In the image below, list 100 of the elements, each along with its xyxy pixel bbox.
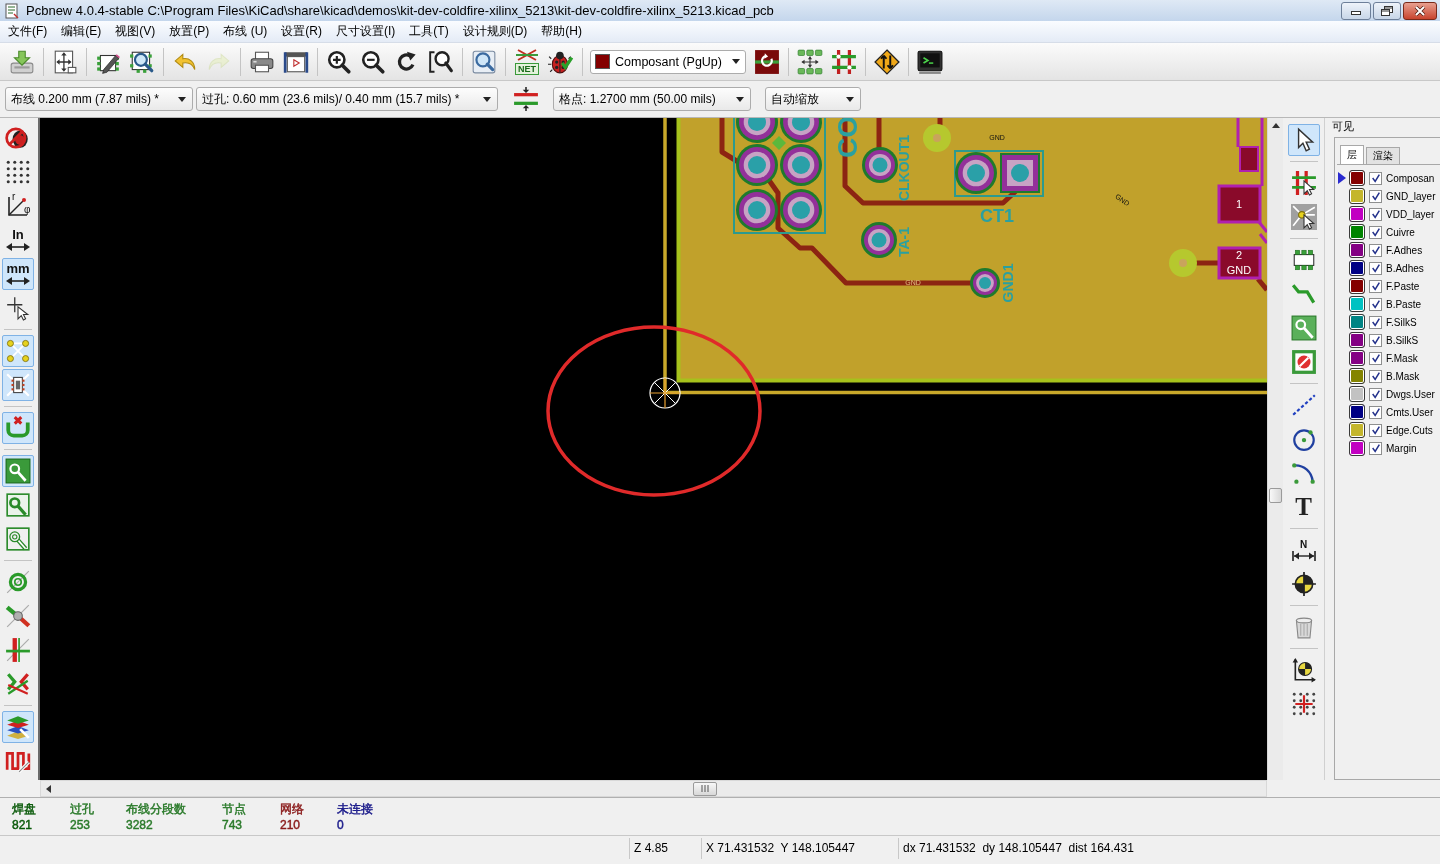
close-button[interactable]: [1403, 2, 1437, 20]
layer-color-swatch-icon[interactable]: [1349, 188, 1365, 204]
layer-color-swatch-icon[interactable]: [1349, 206, 1365, 222]
layer-visibility-checkbox[interactable]: [1369, 171, 1382, 185]
scrollbar-thumb[interactable]: [1269, 488, 1282, 503]
layer-color-swatch-icon[interactable]: [1349, 422, 1365, 438]
layer-visibility-checkbox[interactable]: [1369, 261, 1382, 275]
grid-size-dropdown[interactable]: 格点: 1.2700 mm (50.00 mils): [553, 87, 751, 111]
layer-name[interactable]: F.Adhes: [1386, 244, 1423, 256]
menu-item[interactable]: 尺寸设置(I): [329, 23, 403, 40]
window-title: Pcbnew 4.0.4-stable C:\Program Files\KiCad\share\kicad\demos\kit-dev-coldfire-xilinx_5213\kit-dev-coldfire-xilinx_5213.kicad_pcb: [26, 3, 775, 18]
layer-name[interactable]: Dwgs.User: [1386, 388, 1435, 400]
layer-color-swatch-icon[interactable]: [1349, 242, 1365, 258]
menu-item[interactable]: 设置(R): [274, 23, 329, 40]
caret-icon: [483, 96, 491, 102]
track-width-dropdown[interactable]: 布线 0.200 mm (7.87 mils) *: [5, 87, 193, 111]
layers-manager-button[interactable]: [2, 711, 34, 743]
layer-name[interactable]: Margin: [1386, 442, 1417, 454]
stat-label: 未连接: [337, 800, 373, 817]
scrollbar-thumb[interactable]: [693, 781, 717, 796]
layer-name[interactable]: F.Paste: [1386, 280, 1420, 292]
menu-item[interactable]: 帮助(H): [534, 23, 589, 40]
menu-item[interactable]: 放置(P): [162, 23, 217, 40]
layer-visibility-checkbox[interactable]: [1369, 405, 1382, 419]
double-arrow-icon: [6, 276, 30, 286]
layer-color-swatch-icon[interactable]: [1349, 332, 1365, 348]
layer-color-swatch-icon[interactable]: [1349, 440, 1365, 456]
layer-name[interactable]: VDD_layer: [1386, 208, 1435, 220]
vertical-scrollbar[interactable]: [1267, 118, 1283, 780]
menu-item[interactable]: 视图(V): [108, 23, 163, 40]
restore-button[interactable]: [1373, 2, 1401, 20]
layer-name[interactable]: B.Mask: [1386, 370, 1420, 382]
pad-number: 1: [1235, 198, 1243, 210]
menu-item[interactable]: 编辑(E): [54, 23, 109, 40]
layer-color-swatch-icon[interactable]: [1349, 314, 1365, 330]
add-text-button[interactable]: T: [1287, 491, 1320, 523]
layer-visibility-checkbox[interactable]: [1369, 333, 1382, 347]
inch-units-button[interactable]: In: [2, 224, 34, 256]
add-dimension-button[interactable]: N: [1287, 534, 1320, 566]
minimize-button[interactable]: [1341, 2, 1371, 20]
layer-color-swatch-icon[interactable]: [1349, 296, 1365, 312]
zoom-dropdown[interactable]: 自动缩放: [765, 87, 861, 111]
polar-coordinates-button[interactable]: r φ: [2, 190, 34, 222]
layer-color-swatch-icon[interactable]: [1349, 224, 1365, 240]
layer-pair-icon: [754, 48, 780, 75]
layer-name[interactable]: Cmts.User: [1386, 406, 1434, 418]
layer-dropdown[interactable]: Composant (PgUp): [590, 49, 746, 74]
layer-color-swatch-icon[interactable]: [1349, 386, 1365, 402]
mm-units-button[interactable]: mm: [2, 258, 34, 290]
layer-visibility-checkbox[interactable]: [1369, 243, 1382, 257]
zone-sketch-icon: [5, 526, 31, 552]
layer-visibility-checkbox[interactable]: [1369, 441, 1382, 455]
layer-visibility-checkbox[interactable]: [1369, 189, 1382, 203]
menu-item[interactable]: 工具(T): [402, 23, 456, 40]
layer-name[interactable]: Composan: [1386, 172, 1435, 184]
layer-visibility-checkbox[interactable]: [1369, 369, 1382, 383]
select-button[interactable]: [1287, 124, 1320, 156]
trace: [1258, 233, 1267, 244]
net-pointer-icon: [1290, 170, 1317, 196]
layer-visibility-checkbox[interactable]: [1369, 297, 1382, 311]
layer-visibility-checkbox[interactable]: [1369, 423, 1382, 437]
circle-icon: [1290, 426, 1317, 452]
layer-color-swatch-icon[interactable]: [1349, 350, 1365, 366]
layer-visibility-checkbox[interactable]: [1369, 351, 1382, 365]
layer-visibility-checkbox[interactable]: [1369, 207, 1382, 221]
panel-tab[interactable]: 渲染: [1366, 147, 1400, 164]
layer-color-swatch-icon[interactable]: [1349, 368, 1365, 384]
crossed-wires-icon: [515, 48, 539, 62]
panel-tab[interactable]: 层: [1340, 145, 1364, 164]
layer-color-swatch-icon[interactable]: [1349, 278, 1365, 294]
target-icon: [1290, 571, 1317, 597]
auto-delete-track-button[interactable]: [2, 412, 34, 444]
layer-visibility-checkbox[interactable]: [1369, 387, 1382, 401]
ratsnest-button[interactable]: [2, 335, 34, 367]
checkmark-icon: [1370, 425, 1381, 435]
menu-item[interactable]: 设计规则(D): [455, 23, 535, 40]
layer-visibility-checkbox[interactable]: [1369, 315, 1382, 329]
footprint-ratsnest-button[interactable]: [2, 369, 34, 401]
layer-name[interactable]: B.Adhes: [1386, 262, 1424, 274]
layer-visibility-checkbox[interactable]: [1369, 225, 1382, 239]
layer-color-swatch-icon[interactable]: [1349, 170, 1365, 186]
horizontal-scrollbar[interactable]: [40, 780, 1267, 797]
layer-color-swatch-icon[interactable]: [1349, 404, 1365, 420]
layer-visibility-checkbox[interactable]: [1369, 279, 1382, 293]
menu-item[interactable]: 文件(F): [1, 23, 55, 40]
layer-name[interactable]: F.Mask: [1386, 352, 1418, 364]
stat-value: 821: [12, 816, 33, 833]
smd-pad: [1239, 146, 1259, 172]
menu-item[interactable]: 布线 (U): [216, 23, 275, 40]
layer-name[interactable]: Cuivre: [1386, 226, 1415, 238]
zone-filled-button[interactable]: [2, 455, 34, 487]
netlist-button[interactable]: NET: [510, 45, 544, 78]
chip-ratsnest-icon: [5, 372, 31, 398]
layer-name[interactable]: GND_layer: [1386, 190, 1436, 202]
layer-name[interactable]: Edge.Cuts: [1386, 424, 1433, 436]
via-size-dropdown[interactable]: 过孔: 0.60 mm (23.6 mils)/ 0.40 mm (15.7 mils) *: [196, 87, 498, 111]
layer-color-swatch-icon[interactable]: [1349, 260, 1365, 276]
layer-name[interactable]: B.SilkS: [1386, 334, 1419, 346]
layer-name[interactable]: B.Paste: [1386, 298, 1422, 310]
layer-name[interactable]: F.SilkS: [1386, 316, 1417, 328]
